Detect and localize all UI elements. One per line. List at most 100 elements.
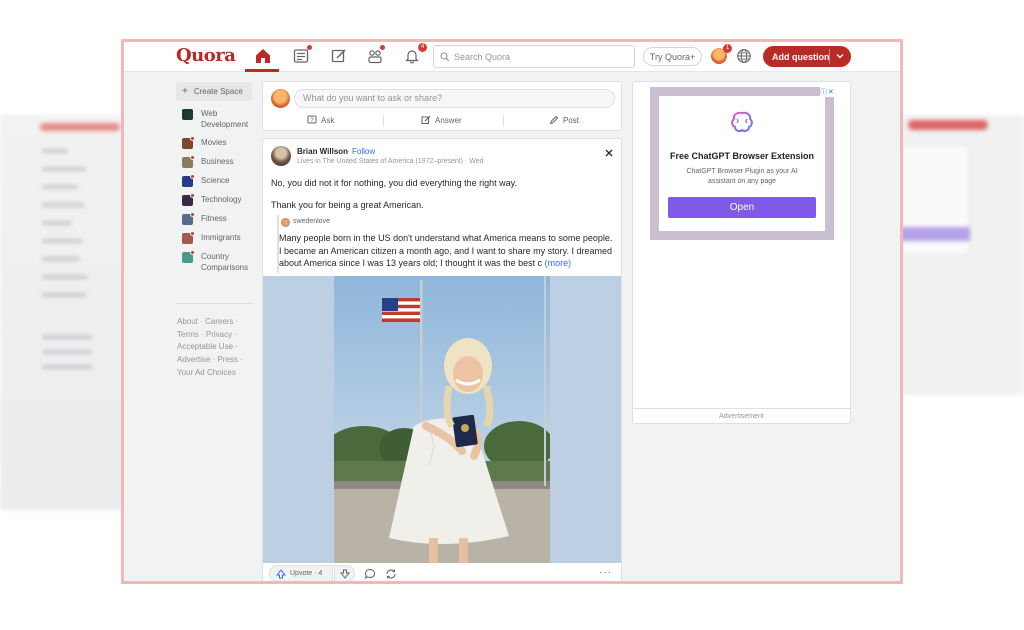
profile-avatar[interactable]: 1 [711, 44, 732, 64]
ad-content: Free ChatGPT Browser Extension ChatGPT B… [659, 96, 825, 231]
post-button[interactable]: Post [549, 115, 579, 125]
sidebar-item-technology[interactable]: Technology [176, 193, 254, 206]
footer-line-acceptable-use[interactable]: Acceptable Use · [177, 341, 254, 354]
home-icon[interactable] [253, 46, 273, 66]
quote-username[interactable]: swedenlove [293, 218, 330, 225]
author-separator: · [347, 147, 350, 156]
footer-line-advertise-press[interactable]: Advertise · Press · [177, 354, 254, 367]
sidebar-item-label: Web Development [201, 109, 249, 129]
movies-space-icon [182, 136, 195, 149]
top-navbar: Quora 4 Try Quora+ 1 [124, 42, 900, 72]
plus-icon: + [182, 86, 188, 97]
answer-pencil-icon[interactable] [329, 46, 349, 66]
business-space-icon [182, 155, 195, 168]
ask-icon: ? [307, 115, 317, 124]
sidebar-item-label: Technology [201, 195, 242, 204]
post-photo[interactable] [334, 276, 550, 563]
feed-post: Brian Willson · Follow Lives in The Unit… [262, 138, 622, 581]
post-pen-icon [549, 115, 559, 125]
search-input[interactable] [454, 51, 624, 62]
quora-logo[interactable]: Quora [176, 45, 236, 66]
ad-close-icon[interactable]: ✕ [828, 88, 834, 96]
ask-button[interactable]: ? Ask [307, 115, 334, 125]
upvote-button[interactable]: Upvote · 4 [269, 565, 333, 581]
sidebar-item-label: Immigrants [201, 233, 241, 242]
footer-line-terms-privacy[interactable]: Terms · Privacy · [177, 329, 254, 342]
search-box[interactable] [433, 45, 635, 68]
quora-window: Quora 4 Try Quora+ 1 [121, 39, 903, 584]
upvote-arrow-icon [276, 568, 286, 578]
sidebar-footer-links: About · Careers · Terms · Privacy · Acce… [176, 303, 254, 380]
post-image-area[interactable] [263, 276, 621, 563]
advertisement-label: Advertisement [633, 408, 850, 420]
immigrants-space-icon [182, 231, 195, 244]
quoted-post[interactable]: swedenlove Many people born in the US do… [277, 215, 615, 273]
chevron-down-icon[interactable] [835, 51, 845, 61]
spaces-icon[interactable] [365, 45, 385, 66]
quote-body: Many people born in the US don't underst… [279, 232, 617, 270]
bell-icon[interactable]: 4 [402, 43, 427, 66]
spaces-dot [380, 45, 385, 50]
close-icon[interactable] [604, 145, 614, 157]
sidebar-item-business[interactable]: Business [176, 155, 254, 168]
footer-line-ad-choices[interactable]: Your Ad Choices [177, 367, 254, 380]
country-comparisons-space-icon [182, 250, 195, 263]
background-page-right [900, 115, 1024, 395]
pencil-icon [421, 115, 431, 124]
sidebar-item-immigrants[interactable]: Immigrants [176, 231, 254, 244]
post-label: Post [563, 115, 580, 125]
footer-line-about-careers[interactable]: About · Careers · [177, 316, 254, 329]
comment-icon[interactable] [364, 567, 376, 580]
sidebar-item-science[interactable]: Science [176, 174, 254, 187]
more-options-icon[interactable]: ··· [599, 567, 612, 578]
author-credential: Lives in The United States of America (1… [297, 158, 484, 165]
science-space-icon [182, 174, 195, 187]
search-icon [440, 51, 450, 61]
create-space-label: Create Space [193, 87, 243, 96]
author-avatar[interactable] [271, 146, 291, 166]
composer-avatar [271, 89, 290, 108]
ad-title[interactable]: Free ChatGPT Browser Extension [659, 151, 825, 161]
sidebar-item-label: Business [201, 157, 234, 166]
post-actions: Upvote · 4 ··· [263, 563, 621, 581]
sidebar-item-movies[interactable]: Movies [176, 136, 254, 149]
answer-button[interactable]: Answer [421, 115, 462, 125]
create-space-button[interactable]: + Create Space [176, 82, 252, 101]
sidebar-item-label: Science [201, 176, 230, 185]
sidebar-item-label: Fitness [201, 214, 227, 223]
sidebar-item-fitness[interactable]: Fitness [176, 212, 254, 225]
more-link[interactable]: (more) [545, 258, 572, 268]
downvote-button[interactable] [334, 565, 355, 581]
add-question-button[interactable]: Add question [763, 46, 851, 67]
spaces-sidebar: + Create Space Web Development Movies Busi… [176, 82, 254, 380]
share-icon[interactable] [385, 567, 397, 579]
technology-space-icon [182, 193, 195, 206]
ask-label: Ask [321, 115, 335, 125]
following-icon[interactable] [291, 45, 312, 66]
advertisement-card: ⓘ ✕ Free ChatGPT Browser Extension ChatG… [632, 81, 851, 424]
ad-subtitle: ChatGPT Browser Plugin as your AI assist… [686, 168, 798, 185]
add-question-label: Add question [772, 51, 830, 62]
author-name[interactable]: Brian Willson [297, 147, 348, 156]
answer-text-line-2: Thank you for being a great American. [271, 200, 424, 210]
globe-icon[interactable] [736, 48, 752, 64]
follow-link[interactable]: Follow [352, 147, 375, 156]
quote-user-avatar [281, 218, 290, 227]
ask-input[interactable]: What do you want to ask or share? [294, 89, 615, 108]
sidebar-item-country-comparisons[interactable]: Country Comparisons [176, 250, 254, 273]
downvote-arrow-icon [339, 569, 350, 579]
answer-label: Answer [435, 115, 462, 125]
sidebar-item-web-development[interactable]: Web Development [176, 108, 254, 130]
ad-banner[interactable]: ⓘ ✕ Free ChatGPT Browser Extension ChatG… [650, 87, 834, 240]
web-dev-space-icon [182, 109, 193, 120]
ad-open-button[interactable]: Open [668, 197, 816, 218]
home-active-indicator [245, 69, 279, 72]
sidebar-item-label: Movies [201, 138, 227, 147]
try-quora-plus-button[interactable]: Try Quora+ [643, 47, 702, 66]
answer-text-line-1: No, you did not it for nothing, you did … [271, 178, 517, 188]
background-page-left [0, 115, 128, 510]
fitness-space-icon [182, 212, 195, 225]
upvote-label: Upvote · 4 [290, 570, 323, 577]
notification-badge: 4 [418, 43, 427, 52]
following-dot [307, 45, 312, 50]
